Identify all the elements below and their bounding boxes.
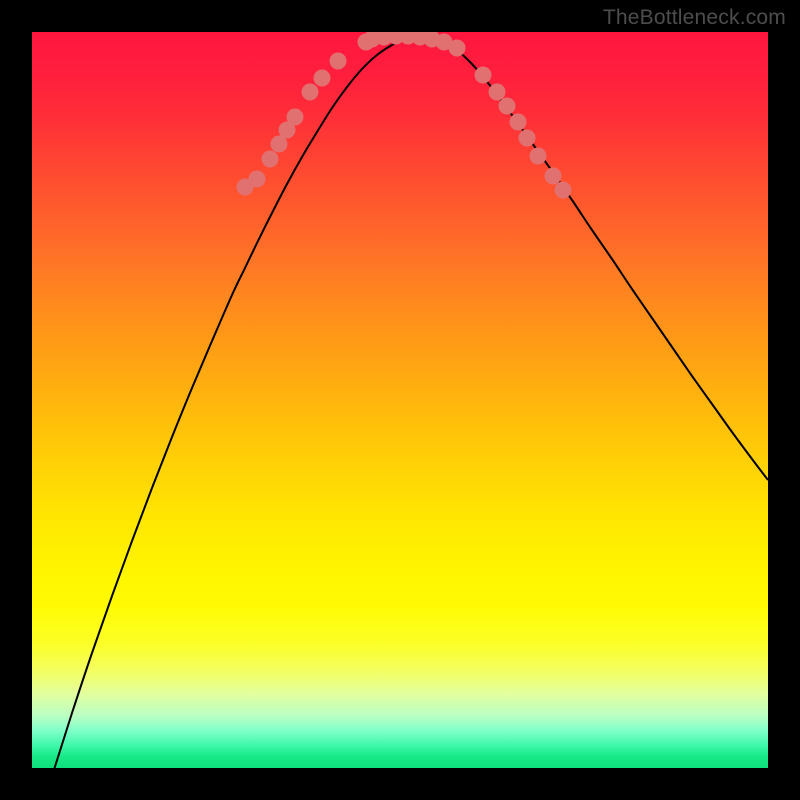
data-point: [519, 130, 536, 147]
data-point: [330, 53, 347, 70]
data-markers: [237, 32, 572, 199]
bottleneck-curve: [32, 36, 768, 768]
data-point: [302, 84, 319, 101]
data-point: [287, 109, 304, 126]
data-point: [449, 40, 466, 57]
plot-area: [32, 32, 768, 768]
data-point: [475, 67, 492, 84]
data-point: [510, 114, 527, 131]
data-point: [262, 151, 279, 168]
data-point: [555, 182, 572, 199]
curve-path-group: [32, 36, 768, 768]
data-point: [489, 84, 506, 101]
data-point: [249, 171, 266, 188]
data-point: [314, 70, 331, 87]
data-point: [499, 98, 516, 115]
chart-svg: [32, 32, 768, 768]
watermark-label: TheBottleneck.com: [603, 6, 786, 30]
data-point: [530, 148, 547, 165]
chart-frame: TheBottleneck.com: [0, 0, 800, 800]
data-point: [545, 168, 562, 185]
